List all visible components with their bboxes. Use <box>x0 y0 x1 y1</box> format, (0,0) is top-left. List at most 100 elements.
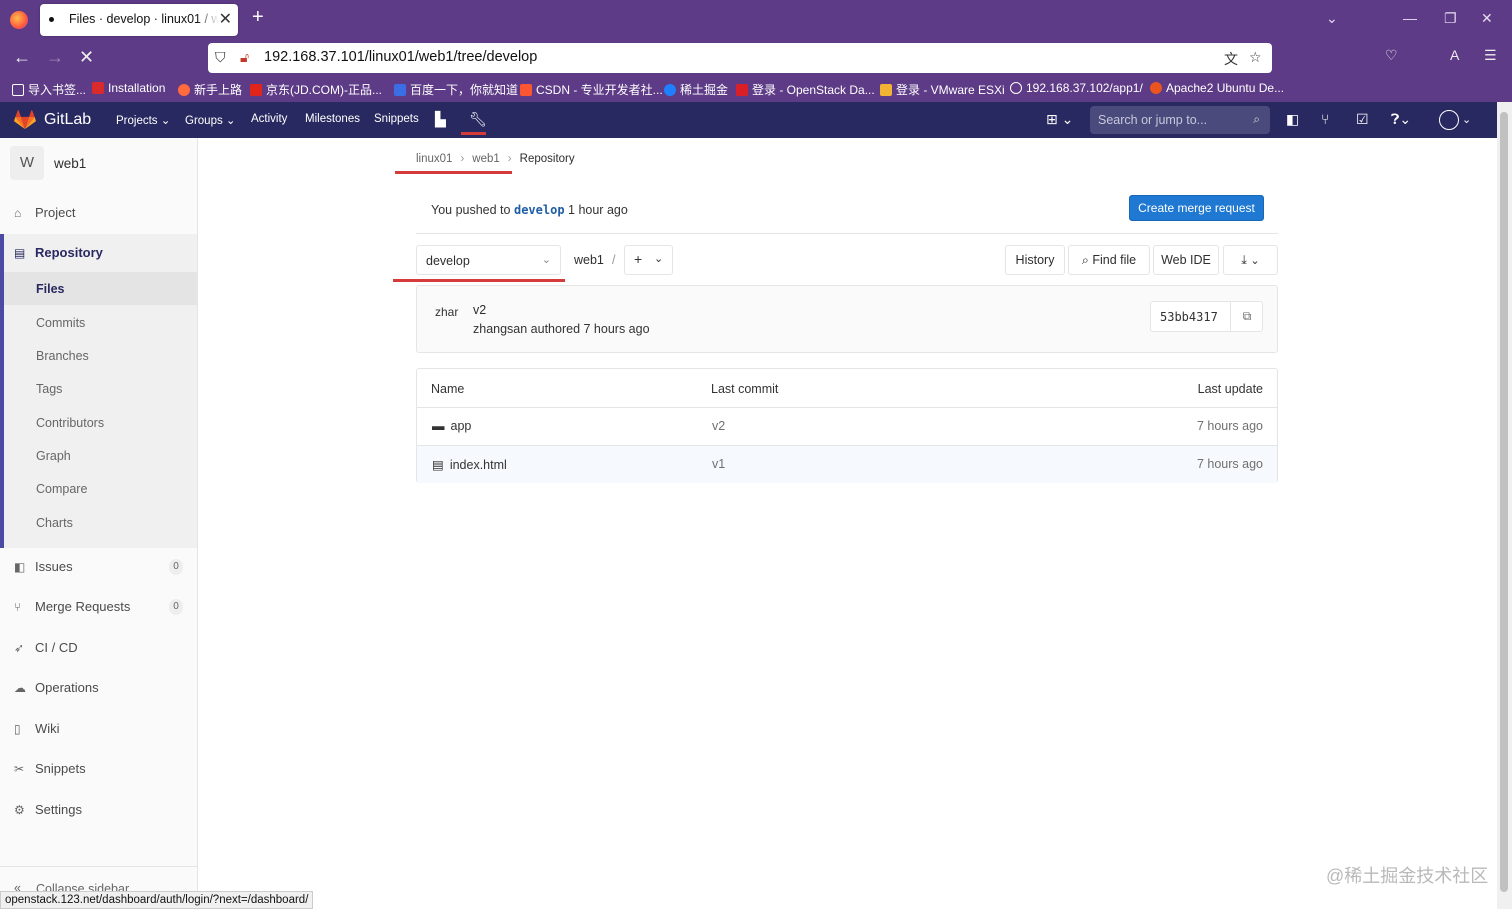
bookmark-item[interactable]: 登录 - VMware ESXi <box>880 81 1005 98</box>
sidebar-sub-files[interactable]: Files <box>36 282 65 296</box>
url-text[interactable]: 192.168.37.101/linux01/web1/tree/develop <box>264 49 537 65</box>
file-name-link[interactable]: index.html <box>450 458 507 472</box>
nav-snippets[interactable]: Snippets <box>374 113 419 125</box>
stop-loading-icon[interactable]: ✕ <box>79 47 94 68</box>
gitlab-brand[interactable]: GitLab <box>44 111 91 129</box>
gitlab-logo-icon[interactable] <box>13 110 37 130</box>
list-tabs-icon[interactable]: ⌄ <box>1326 10 1338 27</box>
bookmark-icon <box>92 82 104 94</box>
find-file-button[interactable]: ⌕ Find file <box>1068 245 1150 275</box>
download-dropdown-button[interactable]: ⤓ ⌄ <box>1223 245 1278 275</box>
bookmark-icon <box>664 84 676 96</box>
issues-count-badge: 0 <box>169 559 183 575</box>
history-button[interactable]: History <box>1005 245 1065 275</box>
sidebar-item-repository[interactable]: ▤ Repository <box>0 236 197 270</box>
user-avatar[interactable] <box>1439 110 1459 130</box>
create-merge-request-button[interactable]: Create merge request <box>1129 195 1264 221</box>
bookmark-item[interactable]: Installation <box>92 81 165 95</box>
annotation-underline <box>393 279 565 282</box>
bookmark-item[interactable]: 新手上路 <box>178 81 242 98</box>
sidebar-sub-commits[interactable]: Commits <box>36 316 85 330</box>
commit-sha[interactable]: 53bb4317 <box>1160 310 1218 324</box>
search-input[interactable]: Search or jump to... ⌕ <box>1090 106 1270 134</box>
page-scrollbar[interactable] <box>1497 102 1512 909</box>
nav-groups[interactable]: Groups ⌄ <box>185 113 236 127</box>
analytics-chart-icon[interactable]: ▙ <box>435 111 446 128</box>
sidebar-item-wiki[interactable]: ▯ Wiki <box>0 712 197 746</box>
bookmark-item[interactable]: Apache2 Ubuntu De... <box>1150 81 1284 95</box>
pocket-icon[interactable]: ♡ <box>1385 47 1398 64</box>
web-ide-button[interactable]: Web IDE <box>1153 245 1219 275</box>
new-item-plus-icon[interactable]: ⊞ ⌄ <box>1046 111 1073 128</box>
merge-requests-icon[interactable]: ⑂ <box>1321 111 1329 127</box>
extension-icon[interactable]: A <box>1450 47 1459 63</box>
new-tab-icon[interactable]: + <box>252 6 264 29</box>
bookmark-star-icon[interactable]: ☆ <box>1249 49 1262 66</box>
bookmark-item[interactable]: 百度一下，你就知道 <box>394 81 518 98</box>
table-row[interactable]: ▬ app v2 7 hours ago <box>417 407 1277 445</box>
last-commit-link[interactable]: v1 <box>712 457 725 471</box>
watermark: @稀土掘金技术社区 <box>1326 866 1489 886</box>
minimize-icon[interactable]: — <box>1403 10 1417 26</box>
browser-tab[interactable]: Files · develop · linux01 / web1 · GitLa… <box>40 4 238 36</box>
commit-title[interactable]: v2 <box>473 303 486 317</box>
tracking-shield-icon[interactable]: ⛉ <box>215 49 226 66</box>
close-window-icon[interactable]: ✕ <box>1481 10 1493 27</box>
sidebar-sub-tags[interactable]: Tags <box>36 382 62 396</box>
bookmark-item[interactable]: 京东(JD.COM)-正品... <box>250 81 382 98</box>
sidebar-item-settings[interactable]: ⚙ Settings <box>0 793 197 827</box>
nav-milestones[interactable]: Milestones <box>305 113 360 125</box>
sidebar-sub-contributors[interactable]: Contributors <box>36 416 104 430</box>
push-message: You pushed to develop 1 hour ago <box>431 203 628 217</box>
close-tab-icon[interactable]: ✕ <box>219 9 232 29</box>
breadcrumb-group[interactable]: linux01 <box>416 153 452 165</box>
pushed-branch[interactable]: develop <box>514 203 565 217</box>
issues-icon[interactable]: ◧ <box>1286 111 1299 128</box>
book-icon: ▯ <box>14 722 21 736</box>
breadcrumb-current[interactable]: Repository <box>520 153 575 165</box>
sidebar-item-ci-cd[interactable]: ➶ CI / CD <box>0 631 197 665</box>
breadcrumb-project[interactable]: web1 <box>472 153 500 165</box>
bookmark-item[interactable]: 导入书签... <box>12 81 86 98</box>
path-root-link[interactable]: web1 <box>574 253 604 267</box>
nav-projects[interactable]: Projects ⌄ <box>116 113 170 127</box>
commit-author-avatar[interactable]: zhar <box>435 305 463 319</box>
todos-icon[interactable]: ☑ <box>1356 111 1369 128</box>
bookmark-item[interactable]: 192.168.37.102/app1/ <box>1010 81 1143 95</box>
nav-activity[interactable]: Activity <box>251 113 287 125</box>
chevron-down-icon: ⌄ <box>541 254 551 266</box>
bookmark-item[interactable]: 稀土掘金 <box>664 81 728 98</box>
sidebar-sub-branches[interactable]: Branches <box>36 349 89 363</box>
table-row[interactable]: ▤ index.html v1 7 hours ago <box>417 445 1277 483</box>
copy-sha-icon[interactable]: ⧉ <box>1230 302 1263 331</box>
sidebar-item-project[interactable]: ⌂ Project <box>0 196 197 230</box>
add-to-tree-button[interactable]: + ⌄ <box>624 245 673 275</box>
insecure-lock-icon[interactable]: 🔓︎ <box>240 49 249 66</box>
sidebar-item-operations[interactable]: ☁ Operations <box>0 671 197 705</box>
bookmark-icon <box>12 84 24 96</box>
bookmark-item[interactable]: CSDN - 专业开发者社... <box>520 81 663 98</box>
bookmark-item[interactable]: 登录 - OpenStack Da... <box>736 81 875 98</box>
scrollbar-thumb[interactable] <box>1500 112 1508 892</box>
translate-icon[interactable]: 文 <box>1224 49 1238 69</box>
chevron-down-icon[interactable]: ⌄ <box>1462 113 1471 126</box>
help-icon[interactable]: ❓︎⌄ <box>1391 111 1411 128</box>
sidebar-sub-graph[interactable]: Graph <box>36 449 71 463</box>
gear-icon: ⚙ <box>14 803 25 817</box>
sidebar-sub-charts[interactable]: Charts <box>36 516 73 530</box>
sidebar-item-issues[interactable]: ◧ Issues 0 <box>0 550 197 584</box>
file-name-link[interactable]: app <box>451 419 472 433</box>
branch-selector[interactable]: develop ⌄ <box>416 245 561 275</box>
sidebar-sub-compare[interactable]: Compare <box>36 482 87 496</box>
forward-icon[interactable]: → <box>46 47 64 68</box>
back-icon[interactable]: ← <box>13 47 31 68</box>
app-menu-icon[interactable]: ☰ <box>1484 47 1497 64</box>
address-bar[interactable]: ⛉ 🔓︎ 192.168.37.101/linux01/web1/tree/de… <box>208 43 1272 73</box>
bookmark-icon <box>394 84 406 96</box>
sidebar-item-snippets[interactable]: ✂ Snippets <box>0 752 197 786</box>
last-commit-link[interactable]: v2 <box>712 419 725 433</box>
sidebar-item-merge-requests[interactable]: ⑂ Merge Requests 0 <box>0 590 197 624</box>
admin-wrench-icon[interactable]: 🔧︎ <box>469 111 487 128</box>
column-header-name: Name <box>431 382 465 396</box>
restore-icon[interactable]: ❐ <box>1444 10 1457 27</box>
